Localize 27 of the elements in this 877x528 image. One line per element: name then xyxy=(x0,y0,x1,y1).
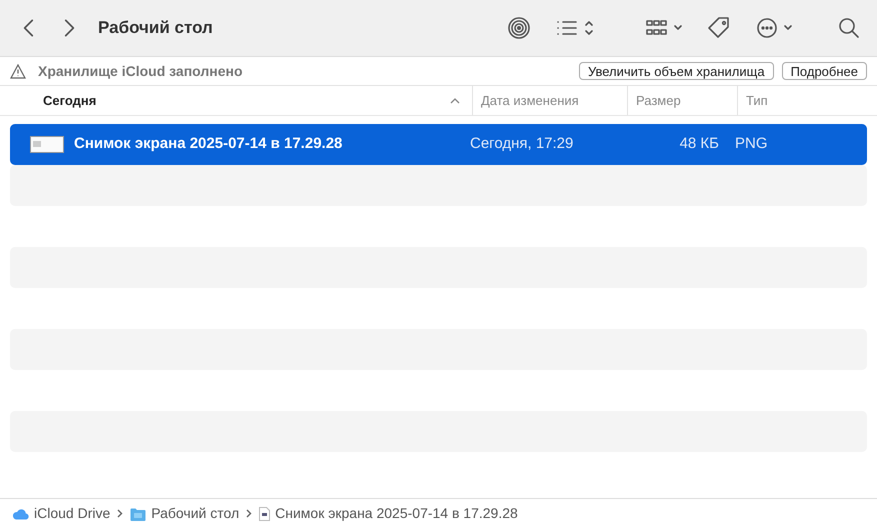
modified-date: Сегодня, 17:29 xyxy=(469,134,574,154)
path-item[interactable]: Рабочий стол xyxy=(151,503,240,524)
column-header[interactable]: Тип xyxy=(746,90,768,110)
column-header[interactable]: Дата изменения xyxy=(481,90,579,110)
chevron-right-icon xyxy=(117,509,124,518)
column-header[interactable]: Размер xyxy=(636,90,681,110)
file-name: Снимок экрана 2025-07-14 в 17.29.28 xyxy=(74,134,342,154)
path-item[interactable]: iCloud Drive xyxy=(34,503,110,524)
file-size: 48 КБ xyxy=(680,134,719,154)
warning-icon xyxy=(10,64,26,78)
path-item[interactable]: Снимок экрана 2025-07-14 в 17.29.28 xyxy=(275,503,518,524)
folder-icon xyxy=(130,506,146,520)
tag-icon[interactable] xyxy=(707,16,731,40)
file-row[interactable]: Снимок экрана 2025-07-14 в 17.29.28 Сегодня, 17:29 48 КБ PNG xyxy=(10,124,867,165)
banner-message: Хранилище iCloud заполнено xyxy=(38,62,243,81)
window-title: Рабочий стол xyxy=(98,17,213,40)
airdrop-icon[interactable] xyxy=(507,16,531,40)
chevron-right-icon xyxy=(246,509,252,518)
search-icon[interactable] xyxy=(837,16,861,40)
cloud-icon xyxy=(12,508,29,520)
file-type: PNG xyxy=(734,134,769,154)
image-thumbnail-icon xyxy=(30,136,64,153)
file-icon xyxy=(259,506,270,520)
sort-ascending-icon xyxy=(450,98,460,104)
column-header[interactable]: Сегодня xyxy=(43,90,96,110)
banner-button[interactable]: Увеличить объем хранилища xyxy=(578,62,774,80)
banner-button[interactable]: Подробнее xyxy=(782,62,867,80)
